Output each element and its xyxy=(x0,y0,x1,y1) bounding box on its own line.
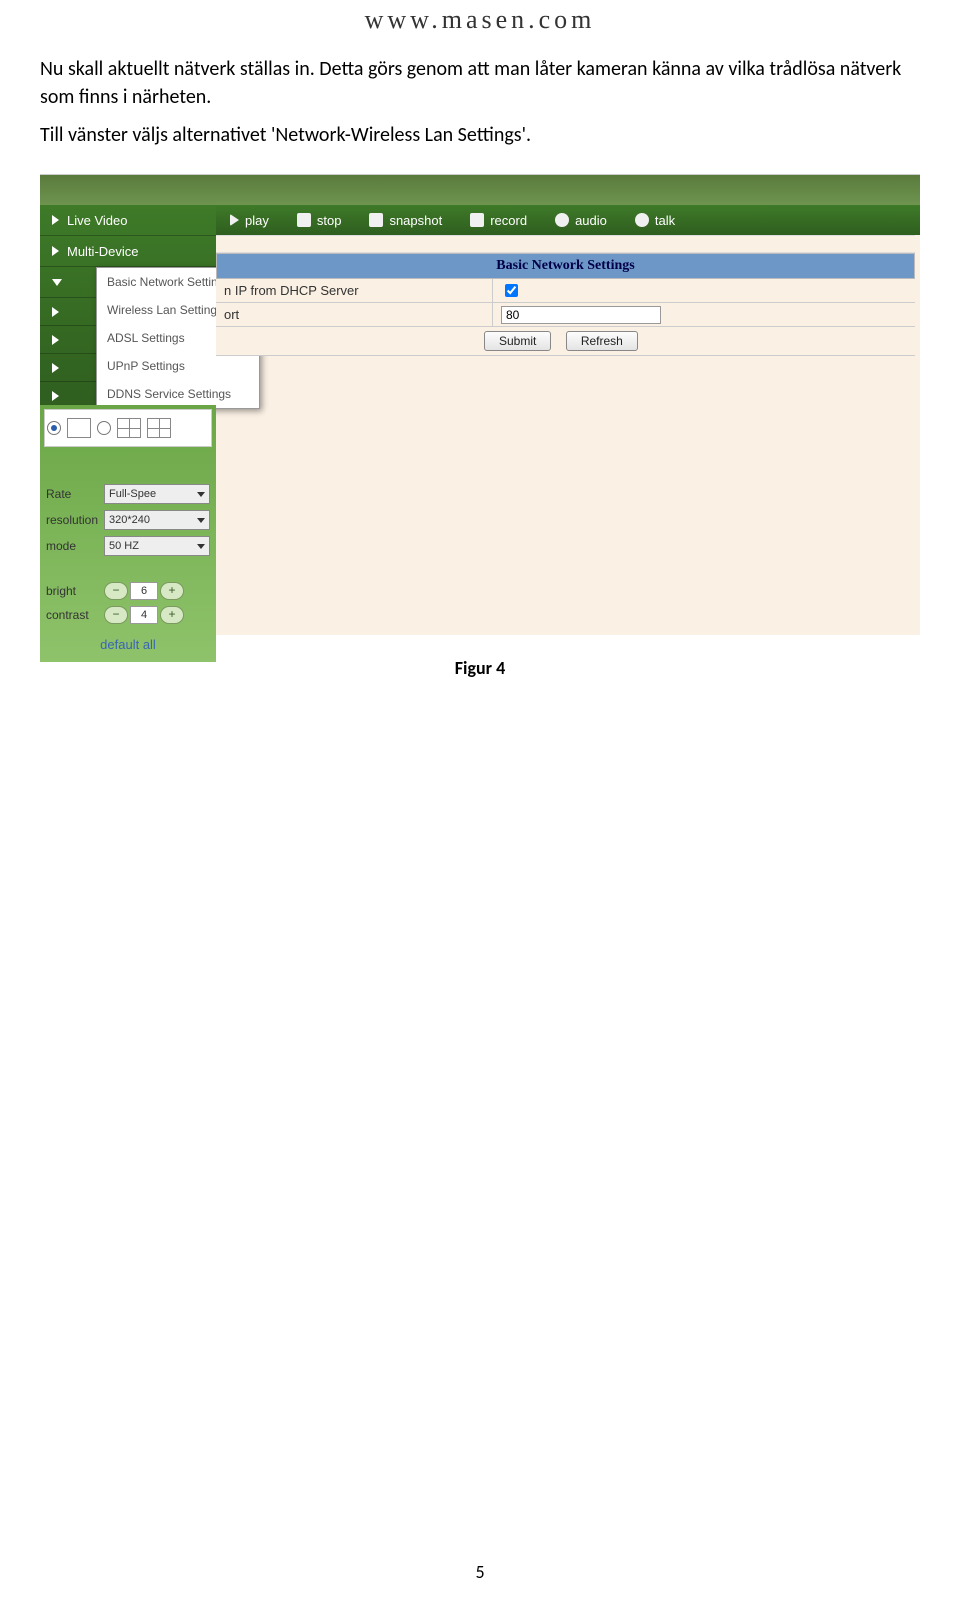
port-input[interactable] xyxy=(501,306,661,324)
chevron-right-icon xyxy=(52,246,59,256)
resolution-select[interactable]: 320*240 xyxy=(104,510,210,530)
chevron-down-icon xyxy=(52,279,62,286)
mode-row: mode 50 HZ xyxy=(40,533,216,559)
row-dhcp: n IP from DHCP Server xyxy=(216,279,915,303)
bright-label: bright xyxy=(46,584,100,598)
dhcp-checkbox[interactable] xyxy=(505,284,518,297)
bright-row: bright − 6 + xyxy=(40,579,216,603)
default-all-link[interactable]: default all xyxy=(40,637,216,652)
mode-label: mode xyxy=(46,539,100,553)
submenu-ddns[interactable]: DDNS Service Settings xyxy=(97,380,259,408)
caret-down-icon xyxy=(197,544,205,549)
rate-select[interactable]: Full-Spee xyxy=(104,484,210,504)
layout-9-icon xyxy=(147,418,171,438)
layout-1-icon xyxy=(67,418,91,438)
record-button[interactable]: record xyxy=(456,213,541,228)
submit-button[interactable]: Submit xyxy=(484,331,551,351)
video-toolbar: play stop snapshot record audio talk xyxy=(216,205,920,235)
contrast-label: contrast xyxy=(46,608,100,622)
chevron-right-icon xyxy=(52,307,59,317)
chevron-right-icon xyxy=(52,391,59,401)
header-url: www.masen.com xyxy=(40,5,920,35)
nav-live-video-label: Live Video xyxy=(67,213,127,228)
snapshot-label: snapshot xyxy=(389,213,442,228)
play-icon xyxy=(230,214,239,226)
snapshot-icon xyxy=(369,213,383,227)
dhcp-label-fragment: n IP from DHCP Server xyxy=(216,279,493,302)
port-label-fragment: ort xyxy=(216,303,493,326)
talk-icon xyxy=(635,213,649,227)
top-banner-sliver xyxy=(40,175,920,206)
audio-label: audio xyxy=(575,213,607,228)
contrast-minus[interactable]: − xyxy=(104,606,128,624)
chevron-right-icon xyxy=(52,363,59,373)
layout-4-icon xyxy=(117,418,141,438)
ui-screenshot: play stop snapshot record audio talk xyxy=(40,174,920,635)
row-port: ort xyxy=(216,303,915,327)
bright-minus[interactable]: − xyxy=(104,582,128,600)
page-number: 5 xyxy=(0,1561,960,1583)
nav-live-video[interactable]: Live Video xyxy=(40,205,216,235)
resolution-value: 320*240 xyxy=(109,514,150,526)
button-row: Submit Refresh xyxy=(216,327,915,356)
layout-radio-1[interactable] xyxy=(47,421,61,435)
layout-selector xyxy=(44,409,212,447)
snapshot-button[interactable]: snapshot xyxy=(355,213,456,228)
paragraph-1: Nu skall aktuellt nätverk ställas in. De… xyxy=(40,55,920,111)
layout-radio-2[interactable] xyxy=(97,421,111,435)
caret-down-icon xyxy=(197,518,205,523)
contrast-value: 4 xyxy=(130,606,158,624)
resolution-label: resolution xyxy=(46,513,100,527)
nav-multi-device[interactable]: Multi-Device xyxy=(40,235,216,266)
refresh-button[interactable]: Refresh xyxy=(566,331,638,351)
video-controls-panel: Rate Full-Spee resolution 320*240 mode 5… xyxy=(40,405,216,662)
mode-value: 50 HZ xyxy=(109,540,139,552)
rate-label: Rate xyxy=(46,487,100,501)
nav-multi-device-label: Multi-Device xyxy=(67,244,139,259)
paragraph-2: Till vänster väljs alternativet 'Network… xyxy=(40,121,920,149)
settings-panel: Basic Network Settings n IP from DHCP Se… xyxy=(216,235,920,356)
stop-button[interactable]: stop xyxy=(283,213,356,228)
bright-value: 6 xyxy=(130,582,158,600)
stop-icon xyxy=(297,213,311,227)
audio-icon xyxy=(555,213,569,227)
record-label: record xyxy=(490,213,527,228)
stop-label: stop xyxy=(317,213,342,228)
chevron-right-icon xyxy=(52,335,59,345)
play-label: play xyxy=(245,213,269,228)
contrast-plus[interactable]: + xyxy=(160,606,184,624)
panel-title: Basic Network Settings xyxy=(216,253,915,279)
caret-down-icon xyxy=(197,492,205,497)
audio-button[interactable]: audio xyxy=(541,213,621,228)
mode-select[interactable]: 50 HZ xyxy=(104,536,210,556)
play-button[interactable]: play xyxy=(216,213,283,228)
talk-label: talk xyxy=(655,213,675,228)
rate-value: Full-Spee xyxy=(109,488,156,500)
talk-button[interactable]: talk xyxy=(621,213,689,228)
rate-row: Rate Full-Spee xyxy=(40,481,216,507)
bright-plus[interactable]: + xyxy=(160,582,184,600)
chevron-right-icon xyxy=(52,215,59,225)
submenu-upnp[interactable]: UPnP Settings xyxy=(97,352,259,380)
resolution-row: resolution 320*240 xyxy=(40,507,216,533)
contrast-row: contrast − 4 + xyxy=(40,603,216,627)
record-icon xyxy=(470,213,484,227)
